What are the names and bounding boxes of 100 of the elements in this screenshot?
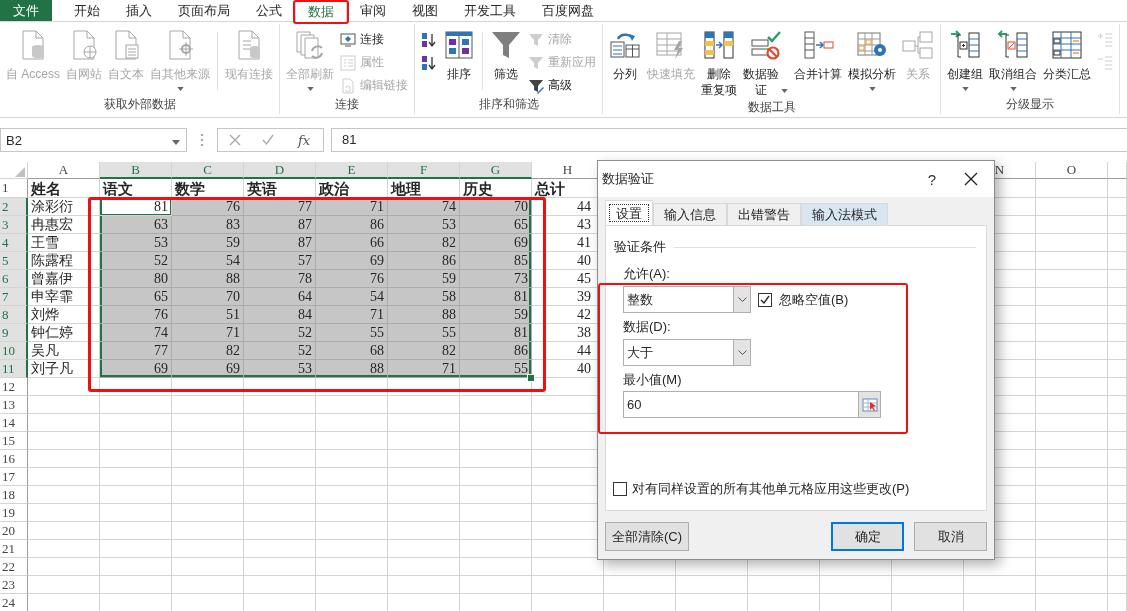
ribbon-button[interactable]: 分类汇总 (1040, 28, 1094, 83)
insert-function-button[interactable]: fx (296, 132, 313, 148)
table-cell (1108, 432, 1127, 450)
menu-tab[interactable]: 页面布局 (165, 0, 243, 21)
menu-tab[interactable]: 插入 (113, 0, 165, 21)
dialog-button[interactable]: 确定 (831, 522, 904, 551)
data-dropdown[interactable]: 大于 (623, 339, 751, 366)
ribbon-button[interactable]: 筛选 (487, 28, 525, 83)
table-cell: 84 (244, 306, 316, 324)
row-header[interactable]: 4 (0, 234, 28, 252)
column-header[interactable]: D (244, 162, 316, 179)
group-label: 获取外部数据 (102, 96, 177, 113)
row-header[interactable]: 9 (0, 324, 28, 342)
chevron-icon (737, 297, 747, 302)
row-header[interactable]: 8 (0, 306, 28, 324)
menu-tab[interactable]: 开发工具 (451, 0, 529, 21)
ribbon-button[interactable]: 创建组 (944, 28, 986, 92)
menu-tab[interactable]: 视图 (399, 0, 451, 21)
drag-handle-icon[interactable] (199, 133, 205, 147)
column-header[interactable]: O (1036, 162, 1108, 179)
column-header[interactable]: E (316, 162, 388, 179)
table-cell: 52 (244, 324, 316, 342)
row-header[interactable]: 7 (0, 288, 28, 306)
row-header[interactable]: 24 (0, 594, 28, 611)
table-cell: 69 (460, 234, 532, 252)
row-header[interactable]: 10 (0, 342, 28, 360)
ribbon-button[interactable]: 高级 (525, 75, 599, 96)
row-header[interactable]: 22 (0, 558, 28, 576)
table-cell (388, 504, 460, 522)
row-header[interactable]: 19 (0, 504, 28, 522)
row-header[interactable]: 21 (0, 540, 28, 558)
ribbon-button[interactable]: 删除 重复项 (698, 28, 740, 99)
name-box[interactable]: B2 (0, 128, 187, 152)
row-header[interactable]: 13 (0, 396, 28, 414)
dropdown-button[interactable] (733, 287, 750, 312)
row-header[interactable]: 11 (0, 360, 28, 378)
checkbox[interactable] (613, 482, 627, 496)
table-cell (244, 540, 316, 558)
row-header[interactable]: 15 (0, 432, 28, 450)
ribbon-button[interactable]: 合并计算 (791, 28, 845, 83)
checkbox[interactable] (758, 292, 772, 307)
table-cell: 76 (100, 306, 172, 324)
table-cell (1108, 414, 1127, 432)
table-cell (244, 396, 316, 414)
table-cell (1036, 432, 1108, 450)
row-header[interactable]: 3 (0, 216, 28, 234)
menu-tab[interactable]: 公式 (243, 0, 295, 21)
dialog-tab[interactable]: 出错警告 (727, 203, 801, 225)
row-header[interactable]: 2 (0, 198, 28, 216)
table-cell (172, 486, 244, 504)
ribbon-button[interactable]: 模拟分析 (845, 28, 899, 92)
menu-tab[interactable]: 审阅 (347, 0, 399, 21)
row-header[interactable]: 6 (0, 270, 28, 288)
dialog-button[interactable]: 取消 (914, 522, 987, 551)
row-header[interactable]: 20 (0, 522, 28, 540)
formula-field[interactable]: 81 (331, 128, 1127, 152)
outline-minus-icon (1097, 54, 1113, 71)
fill-handle[interactable] (527, 374, 535, 382)
ribbon-button[interactable]: 数据验 证 (740, 28, 791, 99)
ribbon-button[interactable]: 连接 (337, 29, 411, 50)
menu-tab[interactable]: 百度网盘 (529, 0, 607, 21)
table-cell: 87 (244, 216, 316, 234)
help-button[interactable]: ? (912, 169, 952, 189)
ribbon-button[interactable]: 取消组合 (986, 28, 1040, 92)
checkbox-label[interactable]: 对有同样设置的所有其他单元格应用这些更改(P) (632, 480, 910, 498)
dialog-tab[interactable]: 设置 (605, 200, 653, 226)
row-header[interactable]: 14 (0, 414, 28, 432)
ribbon-button[interactable]: 分列 (606, 28, 644, 83)
dialog-tab[interactable]: 输入信息 (653, 203, 727, 225)
row-header[interactable]: 16 (0, 450, 28, 468)
table-cell (28, 450, 100, 468)
dialog-tab[interactable]: 输入法模式 (801, 203, 888, 225)
table-cell: 77 (100, 342, 172, 360)
check-icon[interactable] (262, 134, 275, 146)
column-header[interactable]: C (172, 162, 244, 179)
column-header[interactable]: G (460, 162, 532, 179)
range-picker-button[interactable] (858, 392, 880, 417)
menu-tab[interactable]: 数据 (295, 0, 347, 22)
dialog-button[interactable]: 全部清除(C) (605, 522, 690, 551)
row-header[interactable]: 12 (0, 378, 28, 396)
column-header[interactable]: F (388, 162, 460, 179)
checkbox-label[interactable]: 忽略空值(B) (779, 290, 849, 309)
ribbon-button[interactable]: 排序 (440, 28, 478, 83)
allow-dropdown[interactable]: 整数 (623, 286, 751, 313)
row-header[interactable]: 17 (0, 468, 28, 486)
row-header[interactable]: 23 (0, 576, 28, 594)
column-header[interactable]: B (100, 162, 172, 179)
sort-descending-icon (421, 54, 437, 71)
dropdown-button[interactable] (733, 340, 750, 365)
menu-tab[interactable]: 文件 (0, 0, 52, 21)
select-all-icon[interactable] (15, 167, 25, 177)
minimum-field[interactable]: 60 (623, 391, 881, 418)
close-icon[interactable] (964, 172, 978, 186)
table-cell (1108, 306, 1127, 324)
row-header[interactable]: 5 (0, 252, 28, 270)
table-cell (388, 468, 460, 486)
cancel-icon[interactable] (228, 134, 241, 146)
table-cell (460, 558, 532, 576)
menu-tab[interactable]: 开始 (61, 0, 113, 21)
row-header[interactable]: 18 (0, 486, 28, 504)
